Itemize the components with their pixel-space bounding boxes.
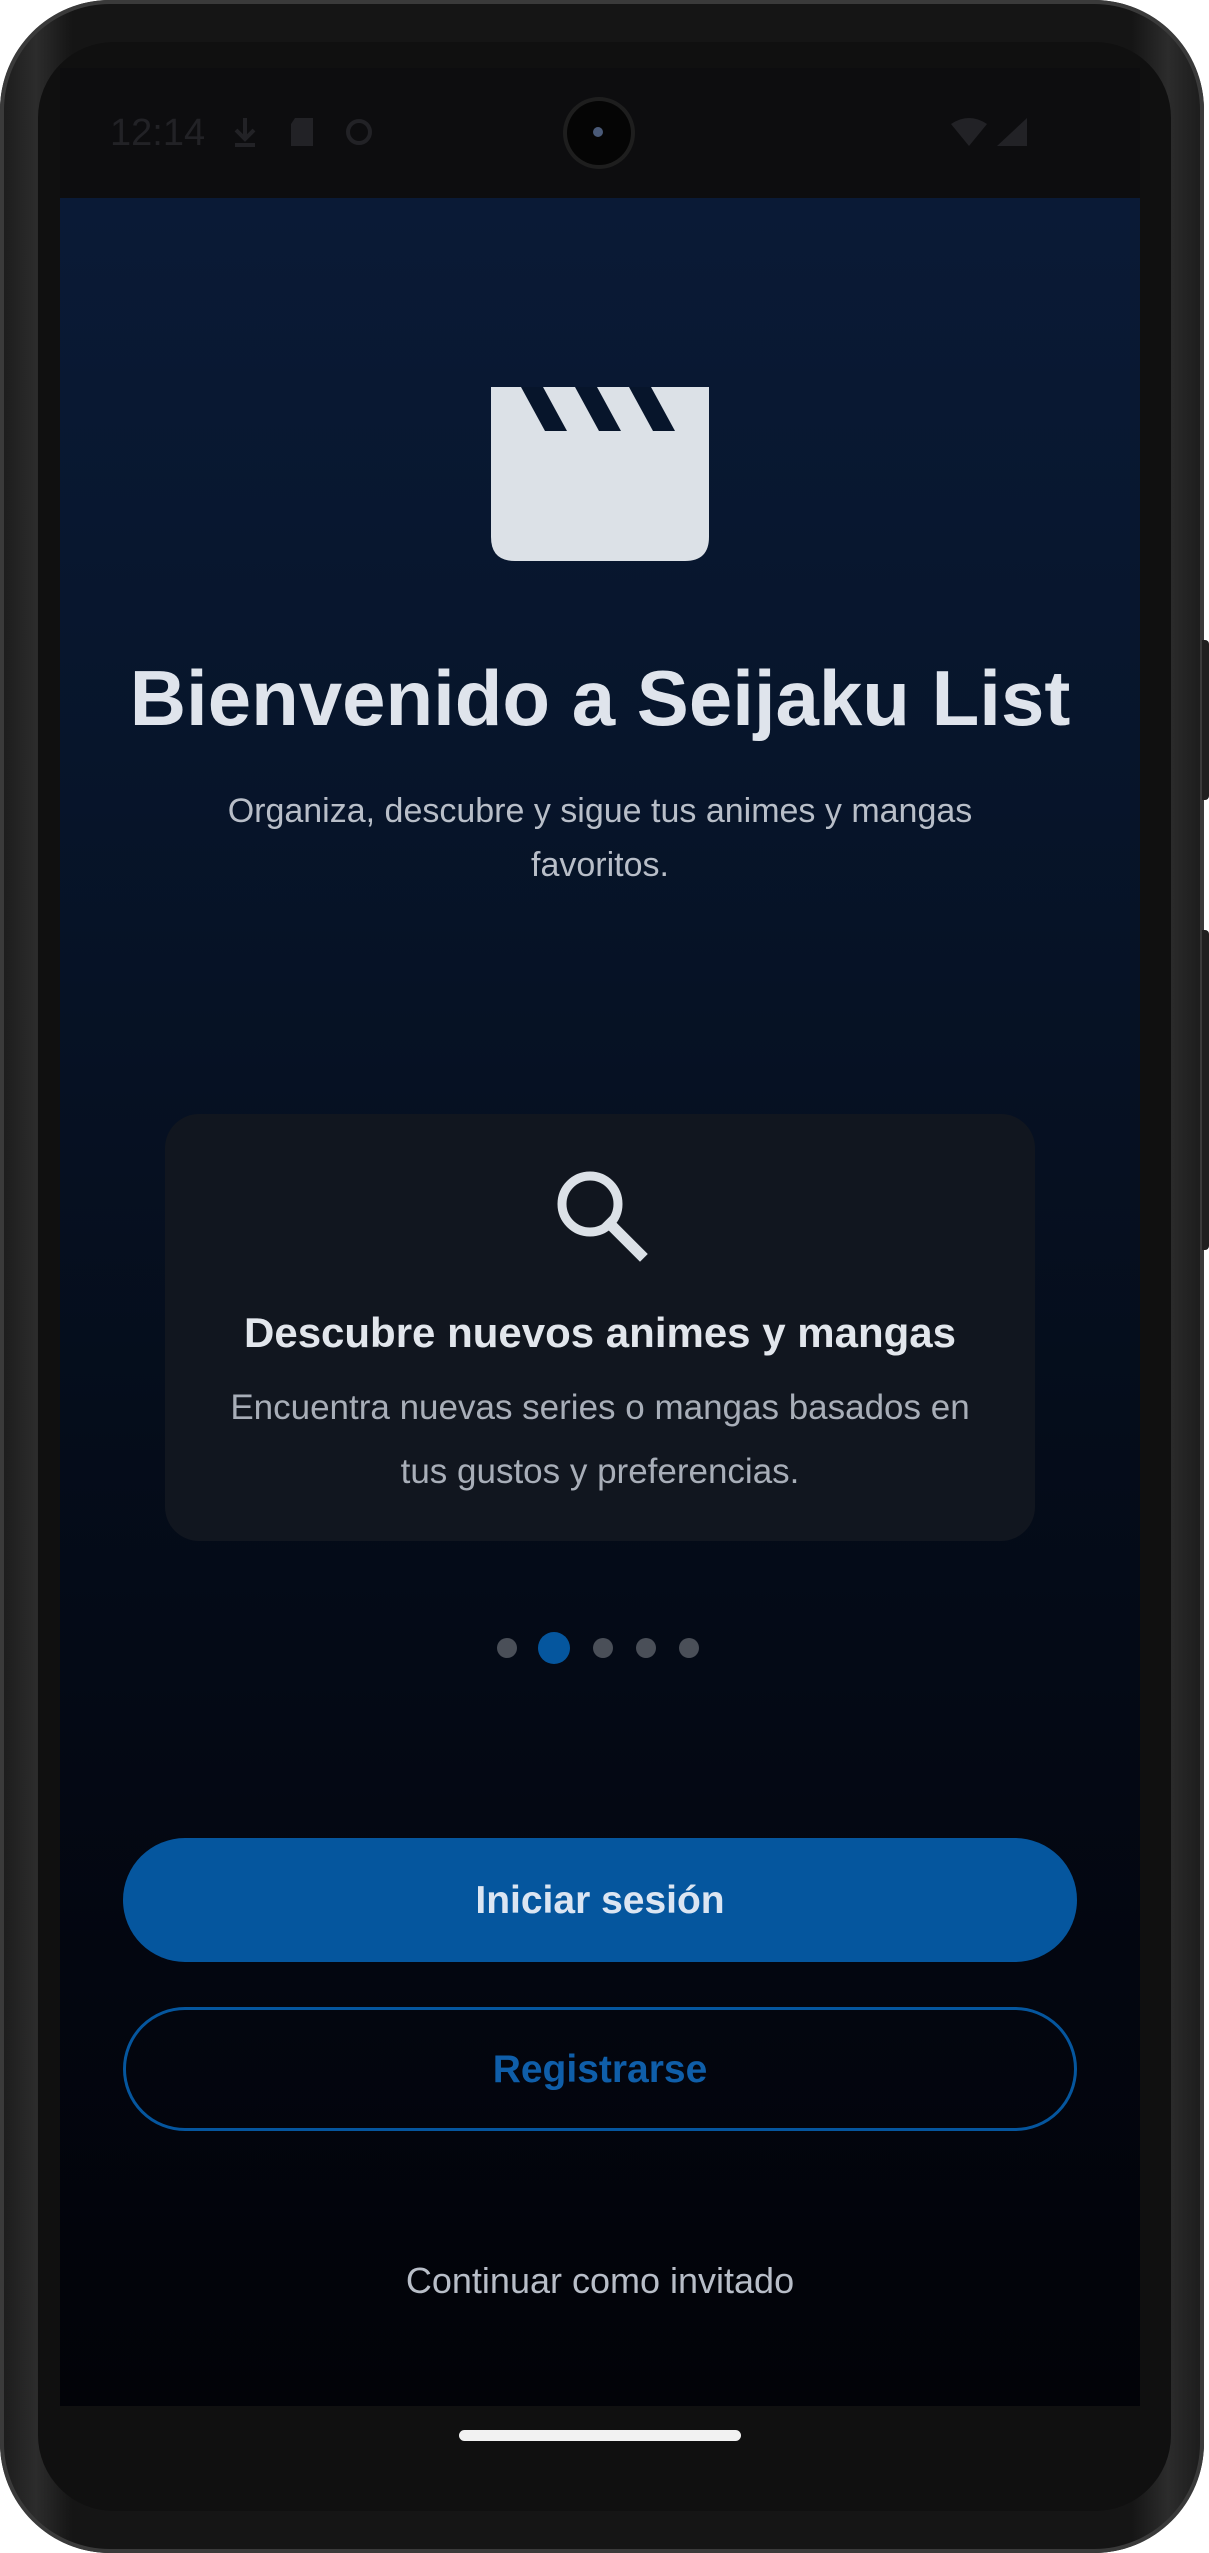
sync-icon [344,116,374,148]
feature-card[interactable]: Descubre nuevos animes y mangas Encuentr… [165,1114,1035,1541]
page-indicator-dot[interactable] [593,1638,613,1658]
welcome-screen: Bienvenido a Seijaku List Organiza, desc… [60,198,1140,2406]
clapperboard-icon [491,387,709,561]
feature-description: Encuentra nuevas series o mangas basados… [230,1388,970,1491]
welcome-title: Bienvenido a Seijaku List [129,654,1071,742]
status-time: 12:14 [110,112,206,154]
register-button[interactable]: Registrarse [123,2007,1077,2131]
search-icon [557,1171,648,1262]
page-indicator-dot[interactable] [679,1638,699,1658]
front-camera [567,101,631,165]
wifi-icon [950,116,988,148]
navigation-bar [60,2406,1140,2486]
guest-link[interactable]: Continuar como invitado [60,2256,1140,2306]
page-indicator-dot-active[interactable] [538,1632,570,1664]
signal-icon [995,116,1029,148]
welcome-subtitle: Organiza, descubre y sigue tus animes y … [227,792,973,884]
sd-card-icon [287,116,317,148]
power-button [1202,640,1209,800]
home-gesture-handle[interactable] [459,2430,741,2441]
download-icon [230,116,260,148]
volume-button [1202,930,1209,1250]
feature-title: Descubre nuevos animes y mangas [244,1309,956,1356]
page-indicator-dot[interactable] [636,1638,656,1658]
page-indicator-dot[interactable] [497,1638,517,1658]
login-button[interactable]: Iniciar sesión [123,1838,1077,1962]
